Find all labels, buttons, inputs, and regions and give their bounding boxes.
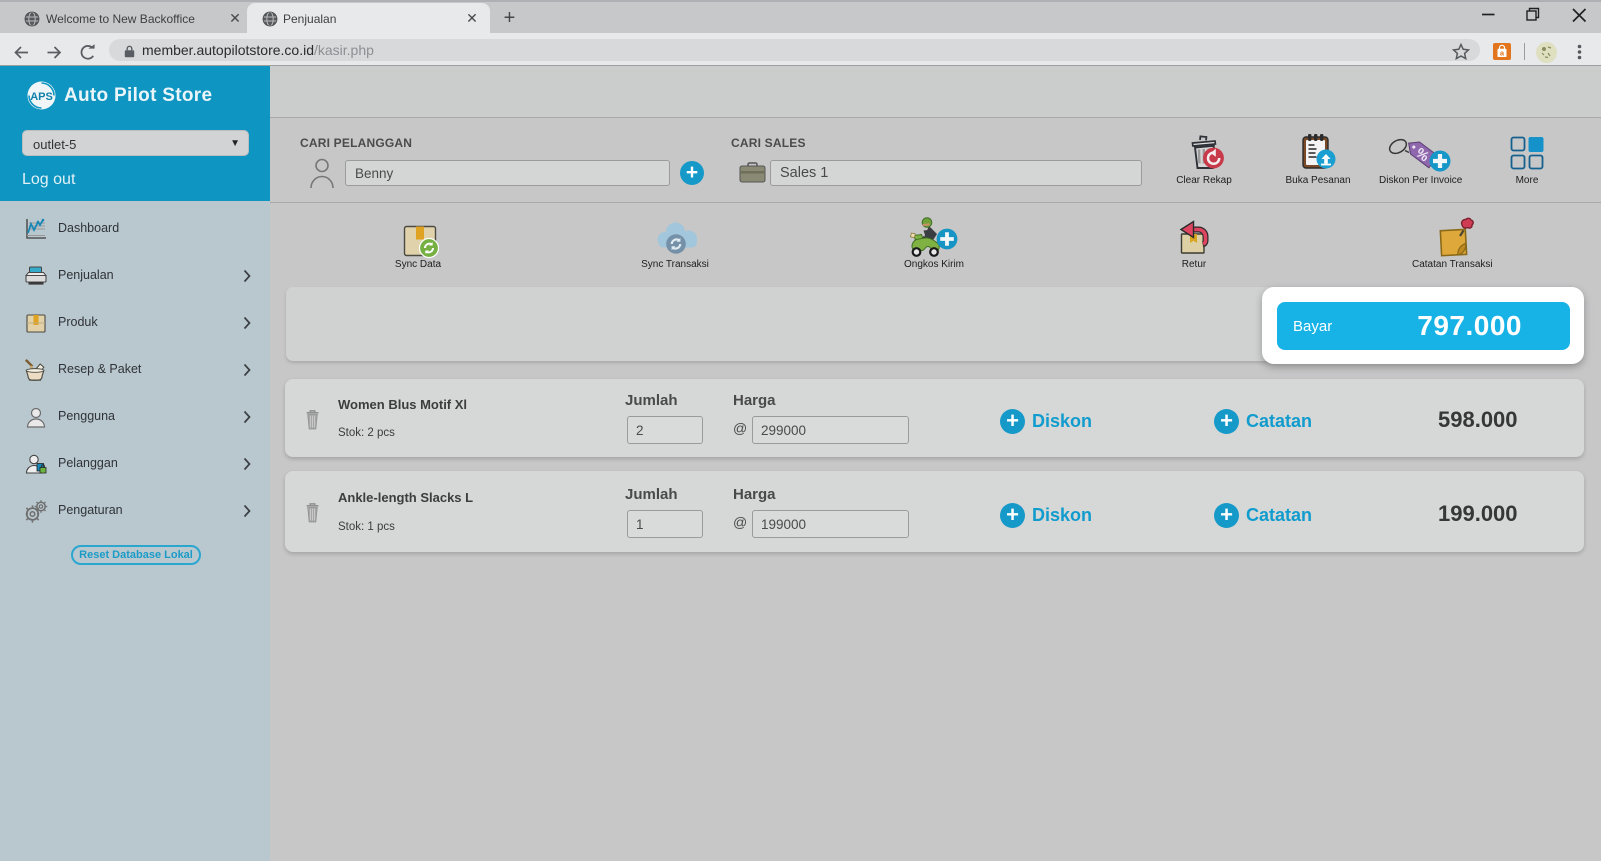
svg-text:APS: APS <box>30 91 53 103</box>
